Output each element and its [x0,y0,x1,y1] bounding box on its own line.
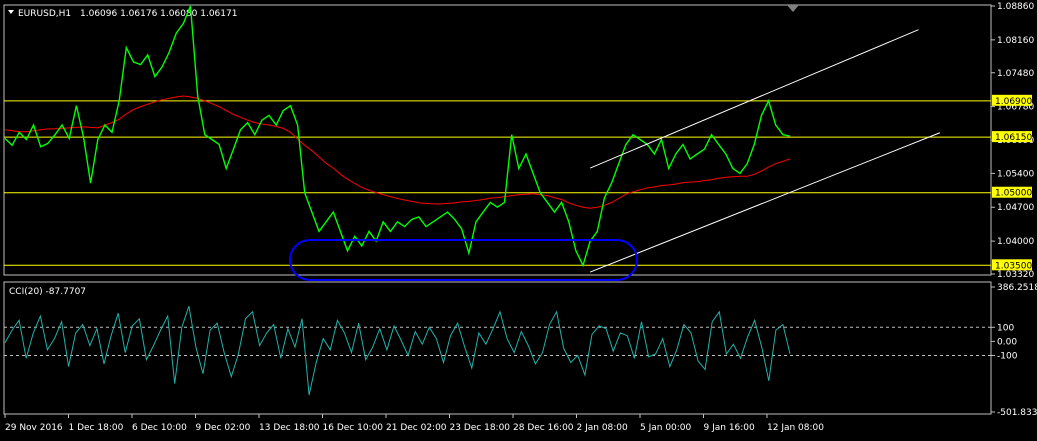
level-price-label: 1.06150 [995,133,1032,143]
time-tick-label: 29 Nov 2016 [5,423,63,433]
time-tick-label: 16 Dec 10:00 [323,423,384,433]
price-tick-label: 1.07480 [997,69,1034,79]
time-tick-label: 13 Dec 18:00 [259,423,320,433]
price-tick-label: 1.04700 [997,203,1034,213]
time-tick-label: 23 Dec 18:00 [450,423,511,433]
time-tick-label: 9 Dec 02:00 [196,423,251,433]
level-price-label: 1.06900 [995,97,1032,107]
time-tick-label: 5 Jan 00:00 [640,423,692,433]
level-price-label: 1.03500 [995,261,1032,271]
ohlc-values: 1.06096 1.06176 1.06080 1.06171 [80,9,237,19]
time-tick-label: 1 Dec 18:00 [69,423,124,433]
symbol-title: EURUSD,H1 [18,9,71,19]
price-tick-label: 1.04000 [997,237,1034,247]
chart-background [0,0,1037,441]
cci-tick-label: 100 [997,323,1014,333]
price-tick-label: 1.03320 [997,270,1034,280]
time-tick-label: 21 Dec 02:00 [386,423,447,433]
time-tick-label: 2 Jan 08:00 [577,423,629,433]
price-tick-label: 1.05400 [997,169,1034,179]
price-tick-label: 1.08860 [997,2,1034,12]
cci-tick-label: 386.2518 [997,283,1037,293]
level-price-label: 1.05000 [995,189,1032,199]
price-tick-label: 1.08160 [997,36,1034,46]
cci-tick-label: -100 [997,351,1018,361]
time-tick-label: 28 Dec 16:00 [513,423,574,433]
cci-title: CCI(20) -87.7707 [9,287,86,297]
cci-tick-label: -501.8338 [997,408,1037,418]
time-tick-label: 12 Jan 08:00 [767,423,824,433]
time-tick-label: 9 Jan 16:00 [704,423,756,433]
time-tick-label: 6 Dec 10:00 [132,423,187,433]
cci-tick-label: 0.00 [997,337,1017,347]
